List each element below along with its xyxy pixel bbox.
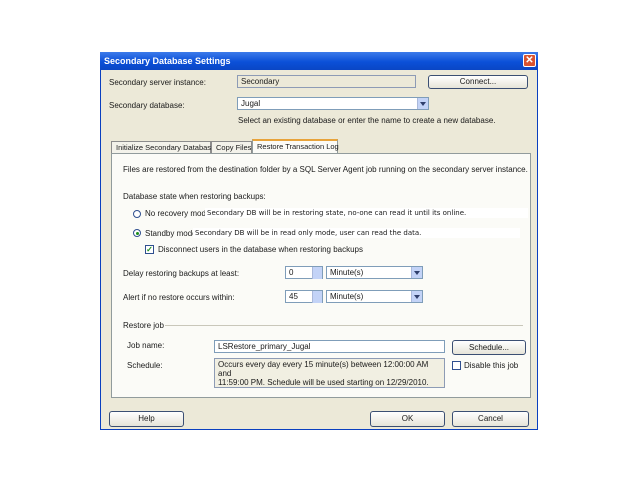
secondary-database-hint: Select an existing database or enter the… <box>238 116 496 125</box>
alert-unit-value: Minute(s) <box>330 292 364 301</box>
spinner-icon[interactable] <box>312 267 322 279</box>
chevron-down-icon[interactable] <box>411 267 422 278</box>
alert-value: 45 <box>289 292 298 301</box>
schedule-description: Occurs every day every 15 minute(s) betw… <box>214 358 445 388</box>
chevron-down-icon[interactable] <box>411 291 422 302</box>
cancel-button[interactable]: Cancel <box>452 411 529 427</box>
job-name-input[interactable]: LSRestore_primary_Jugal <box>214 340 445 353</box>
secondary-server-value: Secondary <box>241 77 280 86</box>
standby-note: Secondary DB will be in read only mode, … <box>193 228 520 238</box>
disconnect-users-label[interactable]: Disconnect users in the database when re… <box>158 245 363 254</box>
schedule-label: Schedule: <box>127 361 163 370</box>
alert-label: Alert if no restore occurs within: <box>123 293 235 302</box>
secondary-database-label: Secondary database: <box>109 101 185 110</box>
chevron-down-icon[interactable] <box>417 98 428 109</box>
disable-job-label[interactable]: Disable this job <box>464 361 518 370</box>
no-recovery-label[interactable]: No recovery mode <box>145 209 210 218</box>
secondary-database-combobox[interactable]: Jugal <box>237 97 429 110</box>
delay-label: Delay restoring backups at least: <box>123 269 240 278</box>
schedule-line-1: Occurs every day every 15 minute(s) betw… <box>218 360 429 378</box>
restore-job-section-label: Restore job <box>123 321 164 330</box>
disable-job-checkbox[interactable] <box>452 361 461 370</box>
delay-unit-value: Minute(s) <box>330 268 364 277</box>
secondary-server-field: Secondary <box>237 75 416 88</box>
no-recovery-radio[interactable] <box>133 210 141 218</box>
delay-input[interactable]: 0 <box>285 266 323 279</box>
database-state-label: Database state when restoring backups: <box>123 192 266 201</box>
section-divider <box>165 325 523 326</box>
standby-radio[interactable] <box>133 229 141 237</box>
tab-restore-transaction-log[interactable]: Restore Transaction Log <box>252 139 339 154</box>
alert-unit-select[interactable]: Minute(s) <box>326 290 423 303</box>
job-name-value: LSRestore_primary_Jugal <box>218 342 311 351</box>
ok-button[interactable]: OK <box>370 411 445 427</box>
secondary-database-value: Jugal <box>241 99 261 108</box>
alert-input[interactable]: 45 <box>285 290 323 303</box>
spinner-icon[interactable] <box>312 291 322 303</box>
window-title: Secondary Database Settings <box>104 56 231 66</box>
delay-value: 0 <box>289 268 294 277</box>
job-name-label: Job name: <box>127 341 165 350</box>
close-icon[interactable]: ✕ <box>523 54 536 67</box>
secondary-server-label: Secondary server instance: <box>109 78 206 87</box>
connect-button[interactable]: Connect... <box>428 75 528 89</box>
restore-intro-text: Files are restored from the destination … <box>123 165 528 174</box>
schedule-button[interactable]: Schedule... <box>452 340 526 355</box>
disconnect-users-checkbox[interactable]: ✓ <box>145 245 154 254</box>
help-button[interactable]: Help <box>109 411 184 427</box>
schedule-line-2: 11:59:00 PM. Schedule will be used start… <box>218 378 429 387</box>
standby-label[interactable]: Standby mode <box>145 229 197 238</box>
no-recovery-note: Secondary DB will be in restoring state,… <box>205 208 528 218</box>
delay-unit-select[interactable]: Minute(s) <box>326 266 423 279</box>
